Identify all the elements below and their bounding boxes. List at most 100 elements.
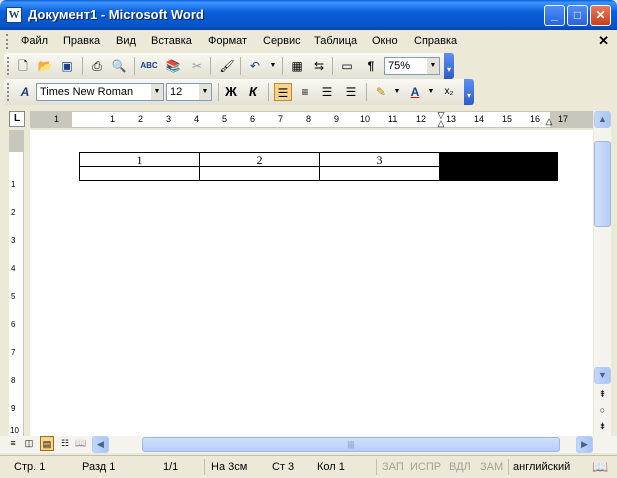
select-browse-object-icon[interactable]: ○ [594, 402, 611, 418]
minimize-button[interactable]: _ [544, 5, 565, 26]
table-cell[interactable] [319, 166, 440, 181]
spelling-icon[interactable]: ABC [140, 57, 158, 75]
menu-window[interactable]: Окно [372, 35, 398, 47]
align-left-icon[interactable]: ☰ [274, 83, 292, 101]
title-bar[interactable]: W Документ1 - Microsoft Word _ □ ✕ [0, 0, 617, 30]
vruler-number: 5 [11, 292, 16, 301]
open-folder-icon[interactable]: 📂 [36, 57, 54, 75]
highlight-dropdown-icon[interactable]: ▼ [388, 83, 406, 101]
right-indent-marker-icon[interactable]: △ [544, 115, 554, 127]
spelling-status-icon[interactable]: 📖 [592, 459, 608, 475]
status-extend-selection[interactable]: ВДЛ [449, 461, 471, 473]
save-icon[interactable]: ▣ [58, 57, 76, 75]
toolbar-grip[interactable] [7, 83, 10, 101]
status-record-macro[interactable]: ЗАП [382, 461, 404, 473]
scroll-up-icon[interactable]: ▲ [594, 111, 611, 128]
scroll-right-icon[interactable]: ▶ [576, 436, 593, 453]
show-formatting-icon[interactable]: ¶ [362, 57, 380, 75]
align-center-icon[interactable]: ≡ [296, 83, 314, 101]
vruler-number: 1 [11, 180, 16, 189]
font-color-dropdown-icon[interactable]: ▼ [422, 83, 440, 101]
table-cell[interactable]: 3 [319, 152, 440, 167]
menu-file[interactable]: Файл [21, 35, 48, 47]
table-cell[interactable]: 1 [79, 152, 200, 167]
table-cell[interactable] [199, 166, 320, 181]
toolbar-options-icon[interactable]: ▾ [444, 53, 454, 79]
justify-icon[interactable]: ☰ [342, 83, 360, 101]
status-track-changes[interactable]: ИСПР [410, 461, 441, 473]
print-layout-icon[interactable]: ▤ [40, 436, 54, 451]
print-icon[interactable]: ⎙ [88, 57, 106, 75]
menu-help[interactable]: Справка [414, 35, 457, 47]
cut-icon[interactable]: ✂ [188, 57, 206, 75]
chevron-down-icon[interactable]: ▼ [151, 84, 163, 100]
menu-insert[interactable]: Вставка [151, 35, 192, 47]
status-line: Ст 3 [272, 461, 295, 473]
reading-layout-icon[interactable]: 📖 [74, 436, 88, 451]
format-painter-icon[interactable]: 🖌 [218, 57, 236, 75]
horizontal-ruler[interactable]: 1 1 2 3 4 5 6 7 8 9 10 11 12 13 14 15 16… [30, 111, 593, 128]
font-size-select[interactable]: 12 ▼ [166, 83, 212, 101]
columns-icon[interactable]: ⇆ [310, 57, 328, 75]
print-preview-icon[interactable]: 🔍 [110, 57, 128, 75]
toolbar-grip[interactable] [7, 57, 10, 75]
bold-button[interactable]: Ж [222, 83, 240, 101]
horizontal-scroll-thumb[interactable]: ||| [142, 437, 560, 452]
previous-page-icon[interactable]: ⇞ [594, 386, 611, 402]
outline-view-icon[interactable]: ☷ [58, 436, 72, 451]
normal-view-icon[interactable]: ≡ [6, 436, 20, 451]
next-page-icon[interactable]: ⇟ [594, 418, 611, 434]
styles-icon[interactable]: A [16, 83, 34, 101]
menu-table[interactable]: Таблица [314, 35, 357, 47]
undo-dropdown-icon[interactable]: ▼ [264, 57, 282, 75]
ruler-number: 14 [474, 114, 485, 124]
subscript-icon[interactable]: x₂ [440, 83, 458, 101]
undo-icon[interactable]: ↶ [246, 57, 264, 75]
menu-format[interactable]: Формат [208, 35, 247, 47]
document-page[interactable]: 1 2 3 [30, 130, 593, 436]
italic-button[interactable]: К [244, 83, 262, 101]
word-app-icon[interactable]: W [6, 7, 22, 23]
ruler-number: 13 [446, 114, 457, 124]
vertical-scroll-thumb[interactable] [594, 141, 611, 227]
maximize-button[interactable]: □ [567, 5, 588, 26]
table-cell[interactable] [79, 166, 200, 181]
chevron-down-icon[interactable]: ▼ [199, 84, 211, 100]
toolbar-separator [82, 57, 83, 75]
zoom-select[interactable]: 75% ▼ [384, 57, 440, 75]
close-button[interactable]: ✕ [590, 5, 611, 26]
chevron-down-icon[interactable]: ▼ [427, 58, 439, 74]
scroll-down-icon[interactable]: ▼ [594, 367, 611, 384]
ruler-number: 4 [194, 114, 200, 124]
table-column-selected[interactable] [439, 152, 558, 181]
close-document-icon[interactable]: ✕ [598, 33, 609, 49]
vruler-number: 3 [11, 236, 16, 245]
ruler-number: 5 [222, 114, 228, 124]
menu-tools[interactable]: Сервис [263, 35, 301, 47]
ruler-number: 7 [278, 114, 284, 124]
tab-selector[interactable]: L [9, 111, 25, 127]
menu-view[interactable]: Вид [116, 35, 136, 47]
view-and-hscroll-bar: ≡ ◫ ▤ ☷ 📖 ◀ ||| ▶ [0, 436, 617, 453]
web-layout-icon[interactable]: ◫ [22, 436, 36, 451]
toolbar-options-icon[interactable]: ▾ [464, 79, 474, 105]
drawing-icon[interactable]: ▭ [338, 57, 356, 75]
align-right-icon[interactable]: ☰ [318, 83, 336, 101]
menu-edit[interactable]: Правка [63, 35, 100, 47]
vertical-ruler[interactable]: 1 2 3 4 5 6 7 8 9 10 [9, 130, 24, 436]
status-overtype[interactable]: ЗАМ [480, 461, 503, 473]
indent-marker-icon[interactable]: ▽ △ [436, 111, 446, 128]
vruler-number: 2 [11, 208, 16, 217]
scroll-left-icon[interactable]: ◀ [92, 436, 109, 453]
menubar-grip[interactable] [6, 34, 9, 49]
table-cell[interactable]: 2 [199, 152, 320, 167]
research-icon[interactable]: 📚 [164, 57, 182, 75]
font-name-select[interactable]: Times New Roman ▼ [36, 83, 164, 101]
status-section: Разд 1 [82, 461, 116, 473]
ruler-number: 1 [110, 114, 116, 124]
status-language[interactable]: английский [513, 461, 570, 473]
vruler-number: 7 [11, 348, 16, 357]
document-table[interactable]: 1 2 3 [79, 152, 558, 181]
new-document-icon[interactable]: 🗋 [14, 57, 32, 75]
insert-table-icon[interactable]: ▦ [288, 57, 306, 75]
